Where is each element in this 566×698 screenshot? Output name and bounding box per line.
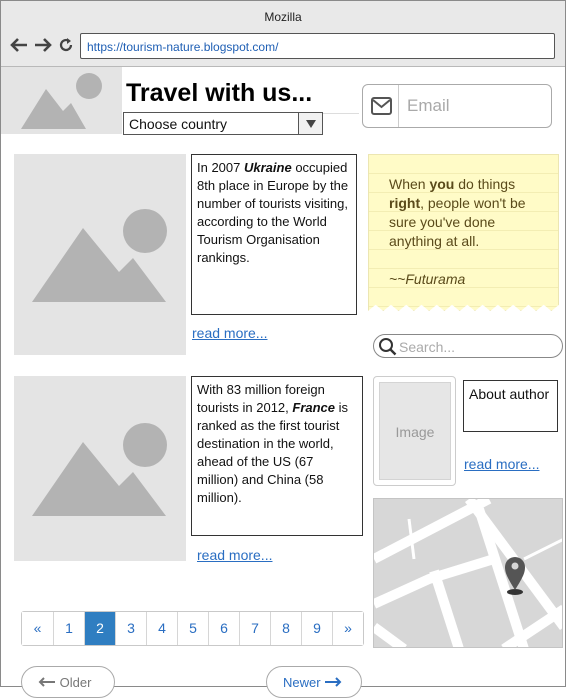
window-title: Mozilla [264,10,302,24]
reload-icon[interactable] [58,37,74,58]
pagination-prev[interactable]: « [22,612,53,645]
arrow-right-icon [324,675,342,690]
email-field[interactable]: Email [362,84,552,128]
page-link-1[interactable]: 1 [53,612,84,645]
search-input[interactable]: Search... [373,334,563,358]
author-photo-frame: Image [373,376,456,486]
page-link-7[interactable]: 7 [239,612,270,645]
older-posts-button[interactable]: Older [21,666,115,698]
forward-arrow-icon[interactable] [34,37,52,58]
site-title: Travel with us... [126,79,313,107]
country-select-value: Choose country [129,116,228,132]
search-placeholder: Search... [399,339,456,355]
page-link-5[interactable]: 5 [177,612,208,645]
author-image: Image [379,382,451,480]
quote-attribution: ~~Futurama [389,271,466,287]
page-link-6[interactable]: 6 [208,612,239,645]
page-link-9[interactable]: 9 [301,612,332,645]
author-read-more-link[interactable]: read more... [464,456,539,472]
country-select[interactable]: Choose country [123,112,323,135]
read-more-link-1[interactable]: read more... [192,325,267,341]
about-author: About author [463,380,558,432]
browser-titlebar: Mozilla https://tourism-nature.blogspot.… [1,1,565,67]
page-link-4[interactable]: 4 [146,612,177,645]
email-placeholder: Email [407,96,450,115]
url-text: https://tourism-nature.blogspot.com/ [87,40,279,54]
location-map[interactable] [373,498,563,648]
pagination: « 1 2 3 4 5 6 7 8 9 » [21,611,364,646]
logo-image [1,67,122,134]
browser-window: Mozilla https://tourism-nature.blogspot.… [0,0,566,698]
post-image-1 [14,154,186,355]
page-link-2-current[interactable]: 2 [84,612,115,645]
page-link-3[interactable]: 3 [115,612,146,645]
post-excerpt-1: In 2007 Ukraine occupied 8th place in Eu… [191,154,357,315]
pagination-next[interactable]: » [332,612,363,645]
envelope-icon [363,85,399,127]
read-more-link-2[interactable]: read more... [197,547,272,563]
page-link-8[interactable]: 8 [270,612,301,645]
newer-posts-button[interactable]: Newer [266,666,362,698]
older-label: Older [59,675,92,690]
search-icon [378,337,398,362]
post-image-2 [14,376,186,561]
quote-note: When you do things right, people won't b… [368,154,559,311]
newer-label: Newer [283,675,321,690]
address-bar[interactable]: https://tourism-nature.blogspot.com/ [80,33,555,59]
chevron-down-icon[interactable] [298,113,322,134]
post-excerpt-2: With 83 million foreign tourists in 2012… [191,376,363,536]
arrow-left-icon [38,675,60,690]
back-arrow-icon[interactable] [10,37,28,58]
